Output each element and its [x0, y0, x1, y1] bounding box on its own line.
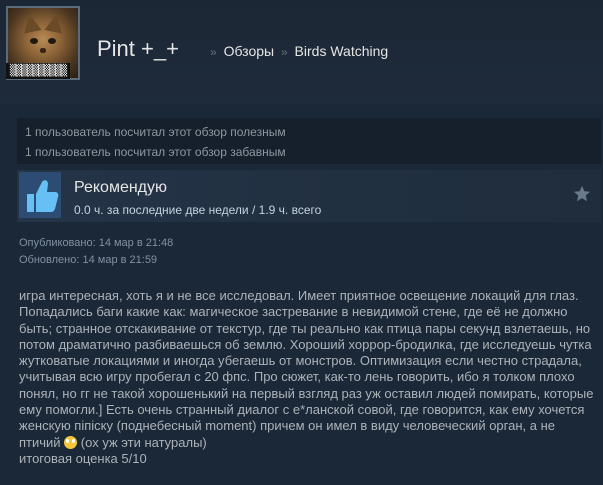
- published-date: Опубликовано: 14 мар в 21:48: [19, 237, 174, 249]
- breadcrumb-game-link[interactable]: Birds Watching: [295, 43, 389, 59]
- breadcrumb-separator: »: [210, 45, 217, 59]
- review-body: игра интересная, хоть я и не все исследо…: [19, 288, 597, 467]
- review-paragraph: игра интересная, хоть я и не все исследо…: [19, 288, 597, 451]
- playtime-hours: 0.0 ч. за последние две недели / 1.9 ч. …: [74, 203, 322, 217]
- profile-name[interactable]: Pint +_+: [97, 36, 179, 62]
- breadcrumb: » Обзоры » Birds Watching: [207, 43, 388, 59]
- breadcrumb-reviews-link[interactable]: Обзоры: [224, 43, 275, 59]
- review-ratings-summary: 1 пользователь посчитал этот обзор полез…: [17, 118, 601, 164]
- avatar-caption: ▒▒▒▒▒▒▒▒▒▒: [6, 63, 70, 79]
- breadcrumb-separator: »: [280, 45, 288, 59]
- funny-count: 1 пользователь посчитал этот обзор забав…: [25, 145, 286, 159]
- final-score: итоговая оценка 5/10: [19, 450, 147, 466]
- helpful-count: 1 пользователь посчитал этот обзор полез…: [25, 125, 286, 139]
- review-verdict[interactable]: Рекомендую: [74, 179, 167, 197]
- review-text: игра интересная, хоть я и не все исследо…: [19, 288, 594, 450]
- star-icon[interactable]: [573, 185, 591, 203]
- profile-header: ▒▒▒▒▒▒▒▒▒▒ Pint +_+ » Обзоры » Birds Wat…: [0, 0, 603, 104]
- review-verdict-header: Рекомендую 0.0 ч. за последние две недел…: [17, 170, 601, 222]
- review-text-tail: (ох уж эти натуралы): [77, 434, 207, 450]
- updated-date: Обновлено: 14 мар в 21:59: [19, 254, 158, 266]
- thumbs-up-icon: [19, 172, 61, 218]
- scream-emoji-icon: [64, 435, 78, 449]
